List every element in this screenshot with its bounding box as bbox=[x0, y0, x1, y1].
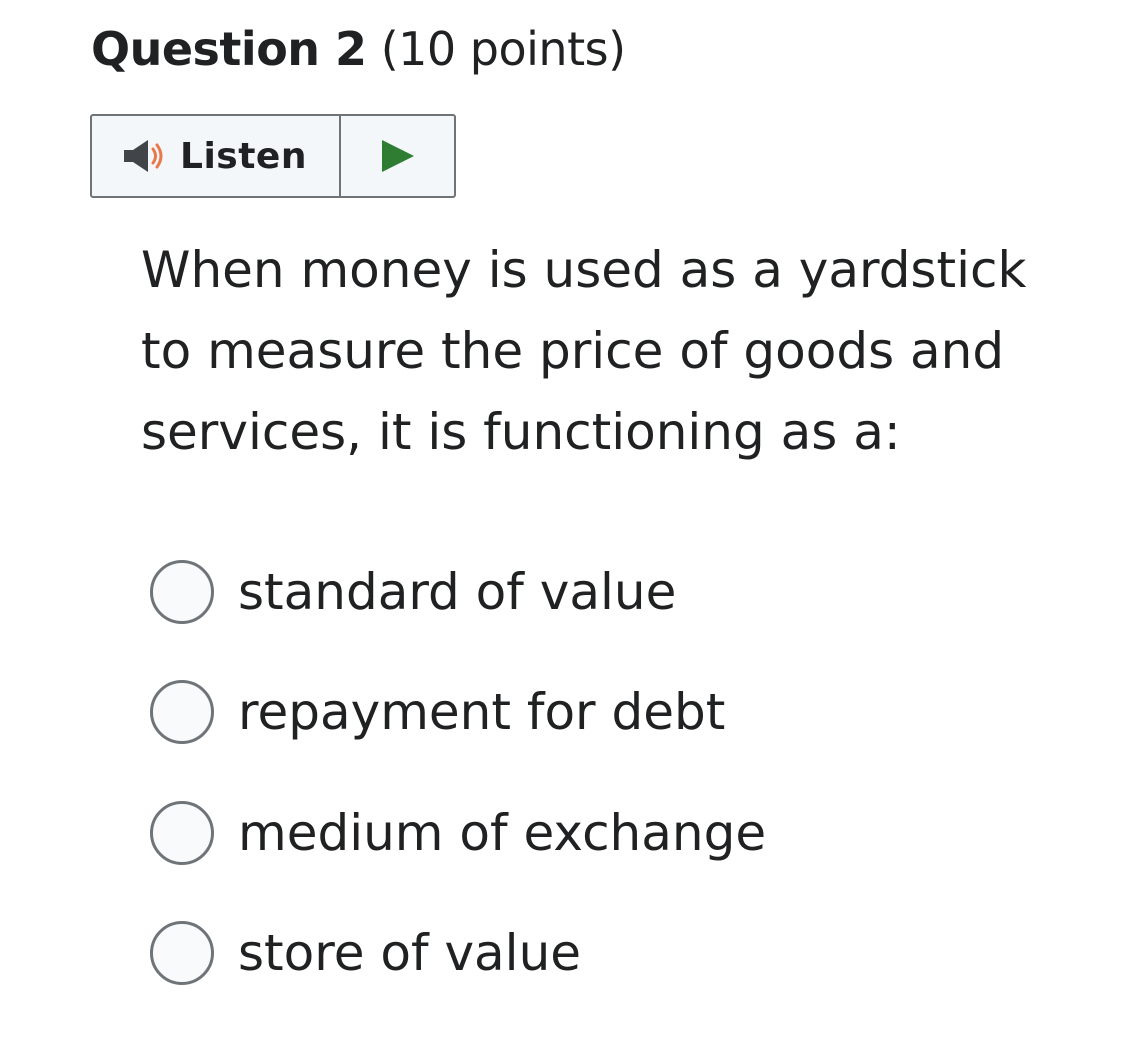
listen-label: Listen bbox=[180, 135, 307, 177]
radio-button[interactable] bbox=[150, 680, 214, 744]
radio-button[interactable] bbox=[150, 560, 214, 624]
prompt-line: to measure the price of goods and bbox=[141, 322, 1005, 380]
option-label[interactable]: medium of exchange bbox=[238, 804, 766, 862]
option-standard-of-value[interactable]: standard of value bbox=[150, 555, 676, 629]
play-button[interactable] bbox=[341, 116, 454, 196]
option-label[interactable]: store of value bbox=[238, 924, 581, 982]
question-header: Question 2 (10 points) bbox=[91, 18, 626, 80]
prompt-line: services, it is functioning as a: bbox=[141, 403, 901, 461]
option-medium-of-exchange[interactable]: medium of exchange bbox=[150, 796, 766, 870]
play-icon bbox=[381, 140, 414, 172]
listen-button[interactable]: Listen bbox=[92, 116, 341, 196]
option-store-of-value[interactable]: store of value bbox=[150, 916, 581, 990]
speaker-icon bbox=[122, 136, 172, 176]
radio-button[interactable] bbox=[150, 921, 214, 985]
option-label[interactable]: standard of value bbox=[238, 563, 676, 621]
question-points: (10 points) bbox=[380, 22, 626, 76]
option-label[interactable]: repayment for debt bbox=[238, 683, 725, 741]
prompt-line: When money is used as a yardstick bbox=[141, 241, 1027, 299]
read-aloud-toolbar: Listen bbox=[90, 114, 456, 198]
radio-button[interactable] bbox=[150, 801, 214, 865]
question-title: Question 2 bbox=[91, 22, 367, 76]
question-prompt: When money is used as a yardstick to mea… bbox=[141, 230, 1101, 473]
option-repayment-for-debt[interactable]: repayment for debt bbox=[150, 675, 725, 749]
